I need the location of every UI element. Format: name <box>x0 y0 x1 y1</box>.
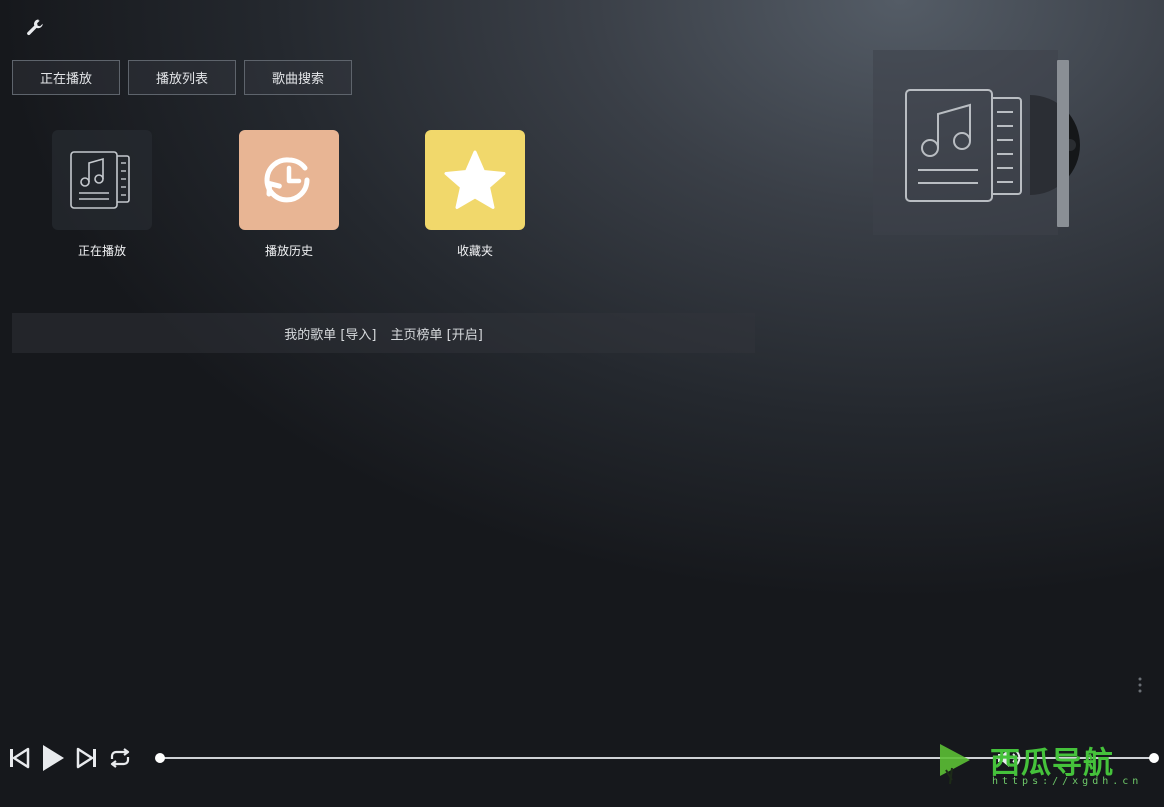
player-controls <box>8 742 132 774</box>
music-document-icon <box>70 151 130 209</box>
history-clock-icon <box>264 157 310 203</box>
tile-favorites[interactable]: 收藏夹 <box>425 130 525 259</box>
tab-now-playing[interactable]: 正在播放 <box>12 60 120 95</box>
watermark-url: https://xgdh.cn <box>992 776 1143 787</box>
album-scrollbar[interactable] <box>1057 60 1069 227</box>
tile-favorites-box <box>425 130 525 230</box>
album-cover <box>873 50 1058 235</box>
previous-button[interactable] <box>8 747 30 769</box>
my-playlist-group: 我的歌单 [导入] <box>284 324 376 343</box>
tile-now-playing[interactable]: 正在播放 <box>52 130 152 259</box>
open-link[interactable]: [开启] <box>447 328 483 343</box>
tile-now-playing-box <box>52 130 152 230</box>
progress-knob[interactable] <box>155 753 165 763</box>
play-icon <box>43 745 64 771</box>
repeat-button[interactable] <box>108 747 132 769</box>
next-button[interactable] <box>76 747 98 769</box>
settings-button[interactable] <box>24 16 48 40</box>
tab-song-search[interactable]: 歌曲搜索 <box>244 60 352 95</box>
wrench-icon <box>27 19 43 36</box>
tile-favorites-label: 收藏夹 <box>456 244 493 258</box>
repeat-icon <box>110 748 130 768</box>
tile-now-playing-label: 正在播放 <box>77 244 126 258</box>
album-music-document-icon <box>905 89 1022 202</box>
more-dots-icon[interactable] <box>1136 676 1144 694</box>
tile-play-history-label: 播放历史 <box>264 244 313 258</box>
tile-play-history[interactable]: 播放历史 <box>239 130 339 259</box>
tab-playlist[interactable]: 播放列表 <box>128 60 236 95</box>
next-icon <box>76 747 96 769</box>
home-chart-group: 主页榜单 [开启] <box>391 324 483 343</box>
previous-icon <box>10 747 30 769</box>
my-playlist-label: 我的歌单 <box>284 327 337 343</box>
star-icon <box>444 150 506 209</box>
play-button[interactable] <box>40 743 66 773</box>
home-chart-label: 主页榜单 <box>390 327 443 343</box>
playlist-import-bar: 我的歌单 [导入] 主页榜单 [开启] <box>12 313 755 353</box>
top-tabs: 正在播放 播放列表 歌曲搜索 <box>12 60 352 95</box>
import-link[interactable]: [导入] <box>340 328 376 343</box>
tile-play-history-box <box>239 130 339 230</box>
